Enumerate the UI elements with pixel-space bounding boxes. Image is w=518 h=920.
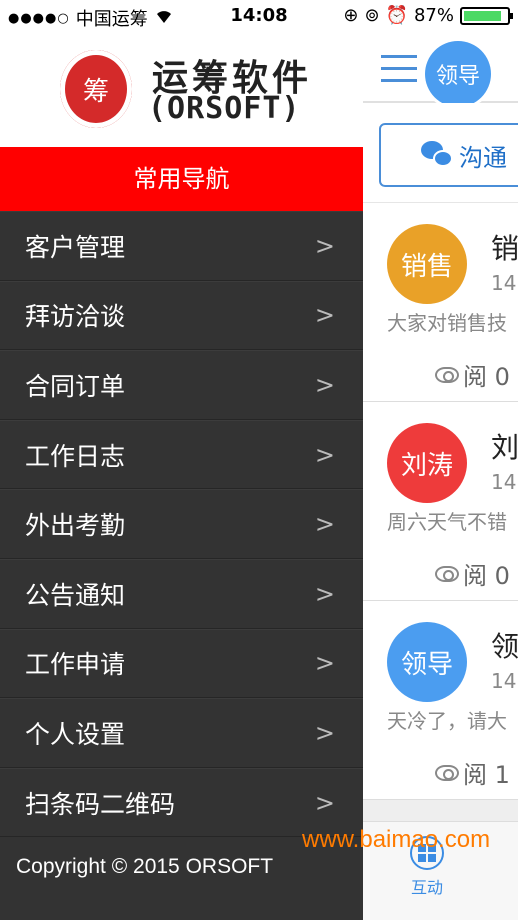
menu-item-settings[interactable]: 个人设置 > — [0, 698, 363, 768]
avatar: 销售 — [387, 224, 467, 304]
menu-item-attendance[interactable]: 外出考勤 > — [0, 489, 363, 559]
chevron-right-icon: > — [314, 370, 335, 399]
read-count: 阅 1 — [435, 755, 510, 790]
logo-area: 筹 运筹软件 (ORSOFT) — [0, 33, 363, 147]
list-item[interactable]: 刘涛 刘 14 周六天气不错 阅 0 — [363, 402, 518, 601]
post-author: 领 — [491, 630, 518, 663]
menu-item-label: 拜访洽谈 — [25, 302, 126, 332]
read-count: 阅 0 — [435, 357, 510, 392]
location-icon: ⊕ — [343, 5, 359, 26]
menu-item-label: 扫条码二维码 — [25, 789, 176, 819]
avatar: 领导 — [387, 622, 467, 702]
tab-interaction-label: 互动 — [410, 878, 443, 897]
company-seal-logo: 筹 — [60, 50, 132, 128]
menu-item-label: 工作申请 — [25, 650, 126, 680]
list-item[interactable]: 领导 领 14 天冷了，请大 阅 1 — [363, 601, 518, 800]
user-avatar[interactable]: 领导 — [425, 41, 491, 107]
menu-list: 客户管理 > 拜访洽谈 > 合同订单 > 工作日志 > 外出考勤 > 公告通知 > 工作申请… — [0, 211, 363, 838]
read-count-label: 阅 0 — [463, 363, 510, 391]
chevron-right-icon: > — [314, 440, 335, 469]
top-bar: 领导 — [363, 33, 518, 107]
menu-item-label: 公告通知 — [25, 580, 126, 610]
copyright-text: Copyright © 2015 ORSOFT — [16, 855, 274, 878]
post-time: 14 — [491, 669, 517, 693]
battery-percent: 87% — [413, 5, 454, 26]
chevron-right-icon: > — [314, 788, 335, 817]
nav-header: 常用导航 — [0, 147, 363, 211]
post-author: 刘 — [491, 431, 518, 464]
chevron-right-icon: > — [314, 579, 335, 608]
side-menu: 筹 运筹软件 (ORSOFT) 常用导航 客户管理 > 拜访洽谈 > 合同订单 > 工… — [0, 33, 363, 920]
chat-icon — [421, 141, 453, 169]
chevron-right-icon: > — [314, 301, 335, 330]
chevron-right-icon: > — [314, 649, 335, 678]
post-time: 14 — [491, 470, 517, 494]
menu-item-label: 合同订单 — [25, 371, 126, 401]
menu-item-label: 客户管理 — [25, 232, 126, 262]
post-text: 周六天气不错 — [387, 510, 507, 534]
avatar: 刘涛 — [387, 423, 467, 503]
menu-item-label: 工作日志 — [25, 441, 126, 471]
menu-item-label: 外出考勤 — [25, 511, 126, 541]
brand-subtitle: (ORSOFT) — [148, 91, 301, 126]
tab-communicate[interactable]: 沟通 — [379, 123, 518, 187]
menu-item-work-log[interactable]: 工作日志 > — [0, 419, 363, 490]
read-count-label: 阅 0 — [463, 562, 510, 590]
battery-icon — [460, 6, 513, 25]
read-count: 阅 0 — [435, 556, 510, 591]
menu-item-announcements[interactable]: 公告通知 > — [0, 558, 363, 629]
alarm-icon: ⏰ — [385, 5, 408, 26]
post-text: 天冷了，请大 — [387, 709, 507, 733]
list-item[interactable]: 销售 销 14 大家对销售技 阅 0 — [363, 203, 518, 402]
status-right: ⊕ ⊚ ⏰ 87% — [343, 5, 513, 26]
post-author: 销 — [491, 232, 518, 265]
menu-item-visits[interactable]: 拜访洽谈 > — [0, 280, 363, 351]
eye-icon — [435, 366, 459, 383]
chevron-right-icon: > — [314, 231, 335, 260]
eye-icon — [435, 764, 459, 781]
menu-item-work-requests[interactable]: 工作申请 > — [0, 628, 363, 699]
menu-item-label: 个人设置 — [25, 719, 126, 749]
chevron-right-icon: > — [314, 510, 335, 539]
eye-icon — [435, 565, 459, 582]
post-time: 14 — [491, 271, 517, 295]
menu-item-contracts[interactable]: 合同订单 > — [0, 350, 363, 420]
chevron-right-icon: > — [314, 718, 335, 747]
hamburger-menu-icon[interactable] — [381, 55, 417, 83]
tab-area: 沟通 — [363, 103, 518, 203]
read-count-label: 阅 1 — [463, 761, 510, 789]
watermark: www.baimao.com — [302, 826, 491, 853]
main-content: 领导 沟通 销售 销 14 大家对销售技 阅 0 刘涛 刘 14 周六天气不错 … — [363, 33, 518, 920]
tab-label: 沟通 — [459, 143, 507, 172]
lock-rotation-icon: ⊚ — [364, 5, 380, 26]
post-text: 大家对销售技 — [387, 311, 507, 335]
battery-fill — [464, 10, 501, 21]
status-bar: ●●●●○ 中国运筹 14:08 ⊕ ⊚ ⏰ 87% — [0, 0, 518, 33]
menu-item-customer-management[interactable]: 客户管理 > — [0, 211, 363, 281]
